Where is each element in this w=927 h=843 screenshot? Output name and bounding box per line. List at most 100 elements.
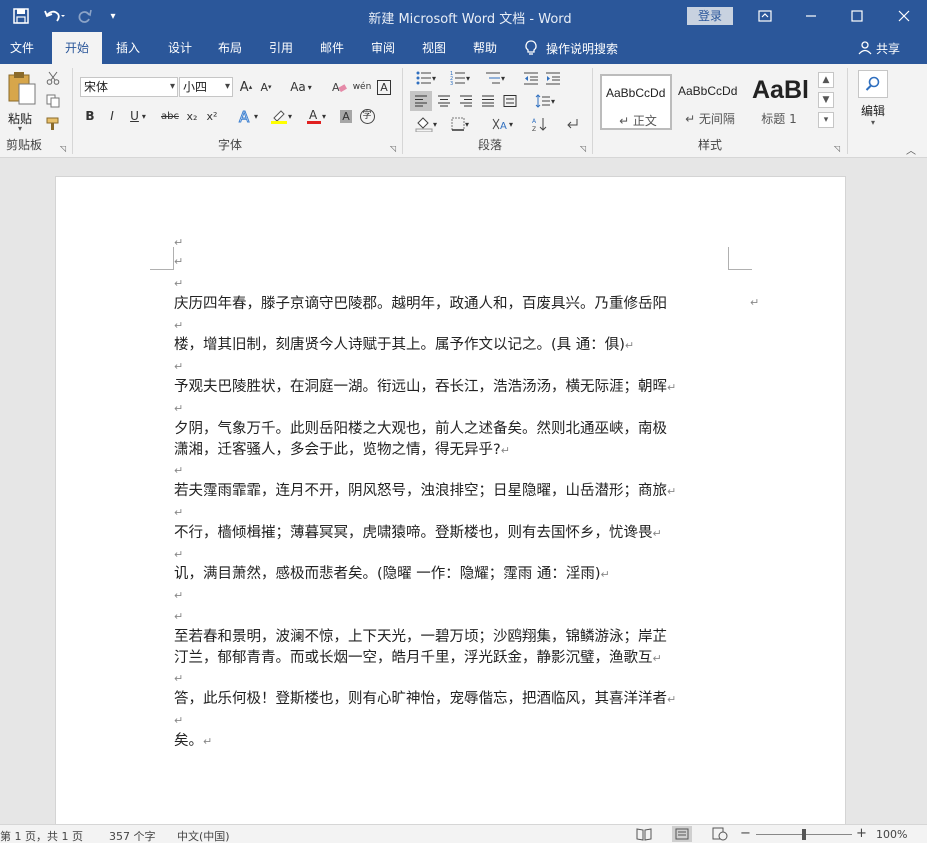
- font-size-value: 小四: [183, 80, 208, 94]
- doc-line[interactable]: 答，此乐何极！登斯楼也，则有心旷神怡，宠辱偕忘，把酒临风，其喜洋洋者↵: [174, 687, 676, 708]
- tab-home[interactable]: 开始: [52, 32, 102, 64]
- copy-icon[interactable]: [44, 91, 62, 111]
- grow-font-icon[interactable]: A ▴: [238, 77, 254, 97]
- gallery-more-icon[interactable]: ▾: [818, 112, 834, 128]
- style-heading-1[interactable]: AaBl 标题 1: [746, 74, 812, 130]
- save-icon[interactable]: [10, 6, 32, 26]
- numbering-button[interactable]: 1 2 3 ▾: [446, 68, 474, 88]
- close-icon[interactable]: [881, 0, 927, 32]
- zoom-out-button[interactable]: −: [740, 826, 751, 841]
- tab-help[interactable]: 帮助: [461, 32, 509, 64]
- highlight-color-button[interactable]: ▾: [266, 106, 296, 126]
- multilevel-list-button[interactable]: ▾: [480, 68, 510, 88]
- doc-line[interactable]: 楼，增其旧制，刻唐贤今人诗赋于其上。属予作文以记之。(具 通：俱)↵: [174, 333, 634, 354]
- doc-line[interactable]: 若夫霪雨霏霏，连月不开，阴风怒号，浊浪排空；日星隐曜，山岳潜形；商旅↵: [174, 479, 676, 500]
- undo-icon[interactable]: [40, 6, 68, 26]
- italic-button[interactable]: I: [104, 106, 120, 126]
- subscript-button[interactable]: x₂: [184, 106, 200, 126]
- clear-formatting-icon[interactable]: A: [330, 77, 348, 97]
- zoom-slider-thumb[interactable]: [802, 829, 806, 840]
- styles-launcher-icon[interactable]: ◹: [834, 144, 843, 153]
- asian-layout-button[interactable]: A ▾: [486, 114, 518, 134]
- align-right-icon[interactable]: [456, 91, 476, 111]
- tab-design[interactable]: 设计: [156, 32, 204, 64]
- justify-icon[interactable]: [478, 91, 498, 111]
- doc-line[interactable]: 庆历四年春，滕子京谪守巴陵郡。越明年，政通人和，百废具兴。乃重修岳阳: [174, 292, 667, 313]
- tab-layout[interactable]: 布局: [206, 32, 254, 64]
- doc-line[interactable]: 汀兰，郁郁青青。而或长烟一空，皓月千里，浮光跃金，静影沉璧，渔歌互↵: [174, 646, 662, 667]
- zoom-slider[interactable]: [756, 829, 852, 840]
- font-name-combo[interactable]: 宋体 ▾: [80, 77, 178, 97]
- distributed-icon[interactable]: [500, 91, 520, 111]
- language-indicator[interactable]: 中文(中国): [177, 828, 230, 843]
- bold-button[interactable]: B: [82, 106, 98, 126]
- borders-button[interactable]: ▾: [446, 114, 474, 134]
- character-border-button[interactable]: A: [376, 77, 392, 97]
- font-launcher-icon[interactable]: ◹: [390, 144, 399, 153]
- doc-line[interactable]: 予观夫巴陵胜状，在洞庭一湖。衔远山，吞长江，浩浩汤汤，横无际涯；朝晖↵: [174, 375, 676, 396]
- show-formatting-marks-icon[interactable]: [562, 114, 582, 134]
- doc-line[interactable]: 夕阴，气象万千。此则岳阳楼之大观也，前人之述备矣。然则北通巫峡，南极: [174, 417, 667, 438]
- line-spacing-button[interactable]: ▾: [530, 91, 560, 111]
- collapse-ribbon-icon[interactable]: ︿: [906, 142, 916, 157]
- redo-icon[interactable]: [76, 6, 94, 26]
- format-painter-icon[interactable]: [44, 114, 62, 134]
- tab-view[interactable]: 视图: [410, 32, 458, 64]
- zoom-in-button[interactable]: +: [856, 826, 867, 841]
- web-layout-icon[interactable]: [712, 827, 728, 841]
- paragraph-launcher-icon[interactable]: ◹: [580, 144, 589, 153]
- doc-line[interactable]: 不行，樯倾楫摧；薄暮冥冥，虎啸猿啼。登斯楼也，则有去国怀乡，忧谗畏↵: [174, 521, 662, 542]
- decrease-indent-icon[interactable]: [522, 68, 540, 88]
- sort-icon[interactable]: AZ: [530, 114, 550, 134]
- read-mode-icon[interactable]: [636, 827, 652, 841]
- tab-mailings[interactable]: 邮件: [308, 32, 356, 64]
- text-effects-button[interactable]: A ▾: [234, 106, 262, 126]
- gallery-scroll-up-icon[interactable]: ▲: [818, 72, 834, 88]
- superscript-button[interactable]: x²: [204, 106, 220, 126]
- style-normal[interactable]: AaBbCcDd ↵ 正文: [600, 74, 672, 130]
- word-count[interactable]: 357 个字: [109, 828, 156, 843]
- font-color-button[interactable]: A ▾: [302, 106, 330, 126]
- minimize-icon[interactable]: [788, 0, 834, 32]
- paragraph-mark: ↵: [174, 589, 184, 602]
- enclose-characters-button[interactable]: 字: [358, 106, 376, 126]
- svg-text:A: A: [239, 108, 250, 124]
- underline-button[interactable]: U ▾: [126, 106, 150, 126]
- editing-button[interactable]: 编辑 ▾: [856, 70, 892, 130]
- doc-line[interactable]: 潇湘，迁客骚人，多会于此，览物之情，得无异乎?↵: [174, 438, 510, 459]
- increase-indent-icon[interactable]: [544, 68, 562, 88]
- align-left-icon[interactable]: [410, 91, 432, 111]
- tell-me-search[interactable]: 操作说明搜索: [524, 32, 618, 64]
- ribbon-display-options-icon[interactable]: [742, 0, 788, 32]
- login-button[interactable]: 登录: [687, 7, 733, 25]
- doc-line[interactable]: 讥，满目萧然，感极而悲者矣。(隐曜 一作：隐耀；霪雨 通：淫雨)↵: [174, 562, 610, 583]
- customize-quick-access-icon[interactable]: ▾: [106, 6, 120, 26]
- paste-button[interactable]: 粘贴 ▾: [6, 70, 38, 133]
- font-size-combo[interactable]: 小四 ▾: [179, 77, 233, 97]
- bullets-button[interactable]: ▾: [412, 68, 440, 88]
- style-no-spacing[interactable]: AaBbCcDd ↵ 无间隔: [674, 74, 746, 130]
- numbered-list-icon: 123: [450, 71, 465, 85]
- change-case-button[interactable]: Aa ▾: [288, 77, 314, 97]
- tab-insert[interactable]: 插入: [104, 32, 152, 64]
- page-count[interactable]: 第 1 页，共 1 页: [0, 828, 83, 843]
- gallery-scroll-down-icon[interactable]: ▼: [818, 92, 834, 108]
- doc-line[interactable]: 至若春和景明，波澜不惊，上下天光，一碧万顷；沙鸥翔集，锦鳞游泳；岸芷: [174, 625, 667, 646]
- shrink-font-icon[interactable]: A ▾: [258, 77, 274, 97]
- tab-references[interactable]: 引用: [257, 32, 305, 64]
- strikethrough-button[interactable]: abc: [160, 106, 180, 126]
- maximize-icon[interactable]: [834, 0, 880, 32]
- tab-file[interactable]: 文件: [0, 32, 44, 64]
- cut-icon[interactable]: [44, 68, 62, 88]
- shading-button[interactable]: ▾: [410, 114, 442, 134]
- character-shading-button[interactable]: A: [338, 106, 354, 126]
- align-center-icon[interactable]: [434, 91, 454, 111]
- share-button[interactable]: 共享: [858, 32, 900, 64]
- doc-line[interactable]: 矣。↵: [174, 729, 212, 750]
- phonetic-guide-button[interactable]: wén: [352, 77, 372, 97]
- print-layout-icon[interactable]: [672, 826, 692, 842]
- tab-review[interactable]: 审阅: [359, 32, 407, 64]
- zoom-level[interactable]: 100%: [876, 828, 907, 841]
- svg-text:A: A: [332, 81, 340, 94]
- clipboard-launcher-icon[interactable]: ◹: [60, 144, 69, 153]
